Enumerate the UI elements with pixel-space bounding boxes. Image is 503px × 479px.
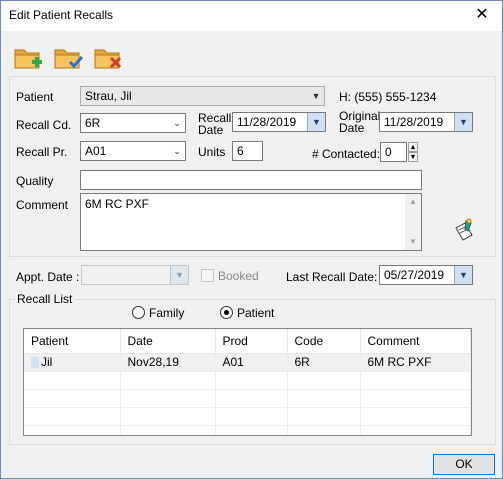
appt-date-picker: ▼ xyxy=(81,265,189,285)
recall-pr-value: A01 xyxy=(85,144,107,158)
accept-recall-button[interactable] xyxy=(53,43,85,73)
comment-label: Comment xyxy=(16,198,69,212)
recall-cd-value: 6R xyxy=(85,116,101,130)
patient-radio-label: Patient xyxy=(237,306,275,320)
last-recall-date-picker[interactable]: 05/27/2019 ▼ xyxy=(379,265,473,285)
note-pen-icon[interactable] xyxy=(452,218,476,244)
spin-up-icon[interactable]: ▲ xyxy=(408,142,418,152)
units-input[interactable]: 6 xyxy=(232,141,263,161)
recall-date-value: 11/28/2019 xyxy=(237,115,297,129)
recall-pr-select[interactable]: A01 ⌄ xyxy=(80,141,186,161)
recall-cd-label: Recall Cd. xyxy=(16,118,72,132)
column-header[interactable]: Prod xyxy=(215,329,288,354)
title-bar: Edit Patient Recalls ✕ xyxy=(1,1,502,31)
patient-radio[interactable] xyxy=(220,306,233,319)
original-date-label-line2: Date xyxy=(339,121,365,135)
chevron-down-icon: ▼ xyxy=(311,91,321,101)
scroll-down-icon[interactable]: ▼ xyxy=(405,234,421,250)
family-radio-label: Family xyxy=(149,306,185,320)
scroll-up-icon[interactable]: ▲ xyxy=(405,194,421,210)
table-row xyxy=(24,407,471,426)
family-radio[interactable] xyxy=(132,306,145,319)
comment-textarea[interactable]: 6M RC PXF ▲ ▼ xyxy=(80,193,422,251)
ok-button[interactable]: OK xyxy=(433,454,495,475)
chevron-down-icon: ⌄ xyxy=(173,146,181,156)
window-title: Edit Patient Recalls xyxy=(9,8,114,22)
table-cell: Jil xyxy=(24,353,121,372)
units-label: Units xyxy=(198,145,226,159)
calendar-dropdown-icon[interactable]: ▼ xyxy=(454,113,472,131)
contacted-spinner[interactable]: ▲ ▼ xyxy=(408,142,418,162)
quality-label: Quality xyxy=(16,174,54,188)
column-header[interactable]: Patient xyxy=(24,329,121,354)
column-header[interactable]: Comment xyxy=(360,329,471,354)
calendar-dropdown-icon: ▼ xyxy=(170,266,188,284)
add-recall-button[interactable] xyxy=(13,43,45,73)
calendar-dropdown-icon[interactable]: ▼ xyxy=(454,266,472,284)
close-icon[interactable]: ✕ xyxy=(462,1,502,31)
patient-combo[interactable]: Strau, Jil ▼ xyxy=(80,86,325,106)
table-header-row: Patient Date Prod Code Comment xyxy=(24,329,471,354)
recall-date-picker[interactable]: 11/28/2019 ▼ xyxy=(232,112,326,132)
table-row xyxy=(24,371,471,390)
patient-label: Patient xyxy=(16,90,54,104)
original-date-value: 11/28/2019 xyxy=(384,115,444,129)
calendar-dropdown-icon[interactable]: ▼ xyxy=(307,113,325,131)
table-row[interactable]: Jil Nov28,19 A01 6R 6M RC PXF xyxy=(24,353,471,372)
recall-cd-select[interactable]: 6R ⌄ xyxy=(80,113,186,133)
phone-text: H: (555) 555-1234 xyxy=(339,90,437,104)
original-date-label: Original Date xyxy=(339,110,380,134)
cell-patient: Jil xyxy=(41,355,53,369)
original-date-picker[interactable]: 11/28/2019 ▼ xyxy=(379,112,473,132)
table-cell: Nov28,19 xyxy=(120,353,216,372)
appt-date-label: Appt. Date : xyxy=(16,270,80,284)
comment-scrollbar[interactable]: ▲ ▼ xyxy=(405,194,421,250)
recall-date-label-line2: Date xyxy=(198,123,224,137)
column-header[interactable]: Code xyxy=(287,329,361,354)
recall-pr-label: Recall Pr. xyxy=(16,145,68,159)
contacted-input[interactable]: 0 xyxy=(380,142,407,162)
radio-selected-dot xyxy=(224,310,229,315)
add-recall-icon xyxy=(14,49,42,69)
column-header[interactable]: Date xyxy=(120,329,216,354)
last-recall-date-value: 05/27/2019 xyxy=(384,268,445,282)
table-cell: A01 xyxy=(215,353,288,372)
booked-checkbox xyxy=(201,269,214,282)
recall-list-table[interactable]: Patient Date Prod Code Comment Jil Nov28… xyxy=(23,328,472,436)
patient-value: Strau, Jil xyxy=(85,89,132,103)
accept-recall-icon xyxy=(54,49,84,69)
units-value: 6 xyxy=(237,144,244,158)
table-row xyxy=(24,389,471,408)
comment-value: 6M RC PXF xyxy=(85,197,150,211)
booked-label: Booked xyxy=(218,269,259,283)
recall-list-title: Recall List xyxy=(15,292,75,306)
last-recall-date-label: Last Recall Date: xyxy=(286,270,378,284)
chevron-down-icon: ⌄ xyxy=(173,118,181,128)
delete-recall-icon xyxy=(94,49,122,69)
delete-recall-button[interactable] xyxy=(93,43,125,73)
table-row xyxy=(24,425,471,435)
table-cell: 6M RC PXF xyxy=(360,353,471,372)
contacted-value: 0 xyxy=(385,145,392,159)
contacted-label: # Contacted: xyxy=(312,147,381,161)
recall-date-label: Recall Date xyxy=(198,112,231,136)
table-cell: 6R xyxy=(287,353,361,372)
row-marker-icon xyxy=(31,357,39,369)
spin-down-icon[interactable]: ▼ xyxy=(408,152,418,162)
edit-patient-recalls-dialog: Edit Patient Recalls ✕ Patient Strau, Ji… xyxy=(0,0,503,479)
quality-input[interactable] xyxy=(80,170,422,190)
